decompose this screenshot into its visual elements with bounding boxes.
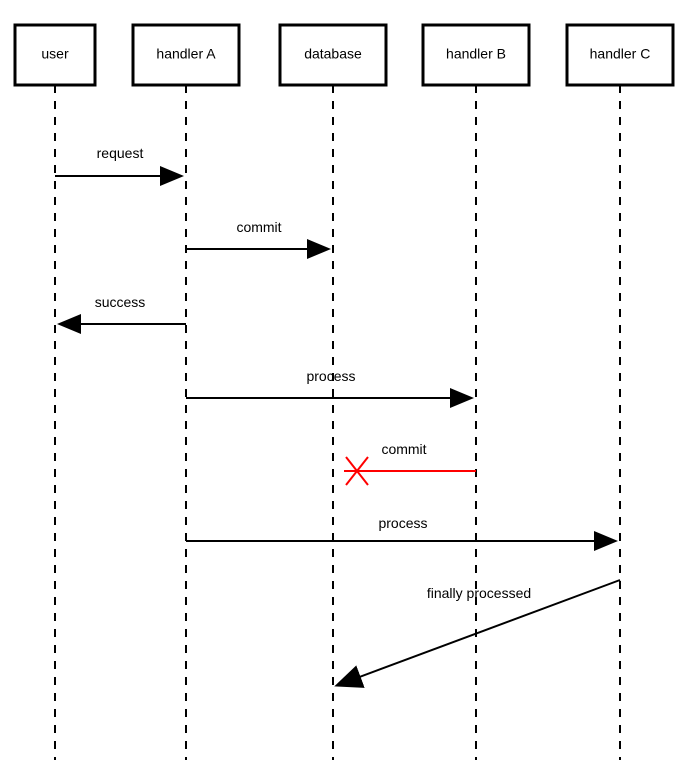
message-label: request <box>97 145 144 161</box>
message-commit-failed: commit <box>344 441 476 485</box>
message-commit-1: commit <box>186 219 327 249</box>
message-process-2: process <box>186 515 614 541</box>
participant-handler-a: handler A <box>133 25 239 85</box>
participant-label: handler A <box>156 46 216 62</box>
message-label: process <box>306 368 355 384</box>
message-label: commit <box>381 441 426 457</box>
message-label: process <box>378 515 427 531</box>
message-finally-processed: finally processed <box>338 580 620 685</box>
participant-database: database <box>280 25 386 85</box>
participant-user: user <box>15 25 95 85</box>
message-label: commit <box>236 219 281 235</box>
message-process-1: process <box>186 368 470 398</box>
message-label: finally processed <box>427 585 531 601</box>
participant-label: user <box>41 46 69 62</box>
sequence-diagram: user handler A database handler B handle… <box>0 0 696 784</box>
participant-label: handler B <box>446 46 506 62</box>
participant-handler-b: handler B <box>423 25 529 85</box>
message-success: success <box>61 294 186 324</box>
participant-handler-c: handler C <box>567 25 673 85</box>
message-request: request <box>55 145 180 176</box>
message-label: success <box>95 294 146 310</box>
participant-label: database <box>304 46 362 62</box>
participant-label: handler C <box>590 46 651 62</box>
